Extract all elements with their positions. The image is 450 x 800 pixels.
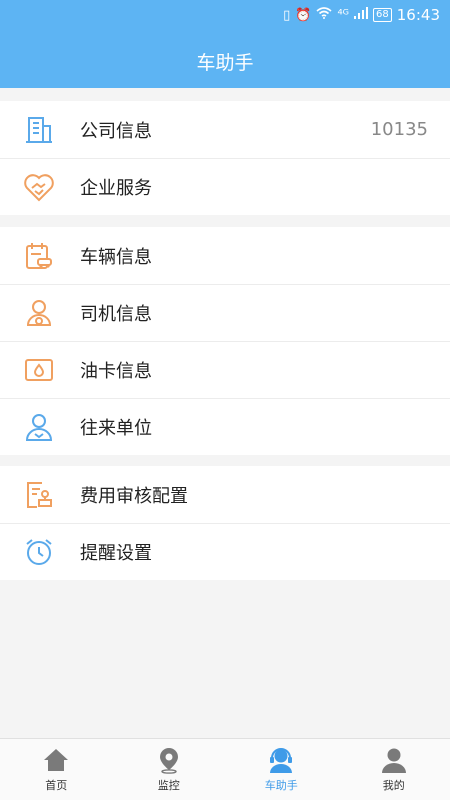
user-icon xyxy=(381,748,406,773)
menu-item-label: 费用审核配置 xyxy=(80,485,188,507)
menu-item-company-info[interactable]: 公司信息 10135 xyxy=(0,101,450,158)
tab-label: 我的 xyxy=(382,779,405,792)
menu-item-enterprise-service[interactable]: 企业服务 xyxy=(0,158,450,215)
menu-item-fuel-card-info[interactable]: 油卡信息 xyxy=(0,341,450,398)
location-pin-icon xyxy=(159,748,178,774)
tab-mine[interactable]: 我的 xyxy=(338,739,450,800)
page-title: 车助手 xyxy=(196,52,254,74)
header-bar: ▯ ⏰ ⁴ᴳ 68 16:43 车助手 xyxy=(0,0,450,88)
menu-item-label: 司机信息 xyxy=(80,303,152,325)
signal-label: ⁴ᴳ xyxy=(337,7,350,23)
status-time: 16:43 xyxy=(396,6,440,24)
tab-monitor[interactable]: 监控 xyxy=(113,739,226,800)
building-icon xyxy=(22,113,56,147)
menu-item-label: 车辆信息 xyxy=(80,246,152,268)
wifi-icon xyxy=(316,7,332,23)
menu-item-label: 提醒设置 xyxy=(80,542,152,564)
alarm-icon: ⏰ xyxy=(295,7,312,23)
home-icon xyxy=(44,749,69,771)
heart-handshake-icon xyxy=(22,170,56,204)
assistant-icon xyxy=(270,748,293,773)
tab-assistant[interactable]: 车助手 xyxy=(225,739,338,800)
menu-item-expense-audit-config[interactable]: 费用审核配置 xyxy=(0,466,450,523)
tab-label: 车助手 xyxy=(264,779,298,792)
audit-document-icon xyxy=(22,478,56,512)
battery-indicator: 68 xyxy=(373,8,392,22)
vehicle-calendar-icon xyxy=(22,239,56,273)
menu-item-vehicle-info[interactable]: 车辆信息 xyxy=(0,227,450,284)
tab-home[interactable]: 首页 xyxy=(0,739,113,800)
menu-item-reminder-settings[interactable]: 提醒设置 xyxy=(0,523,450,580)
vibrate-icon: ▯ xyxy=(283,7,291,23)
contact-person-icon xyxy=(22,410,56,444)
alarm-clock-icon xyxy=(22,535,56,569)
signal-icon xyxy=(354,7,369,23)
tab-label: 首页 xyxy=(45,779,68,792)
fuel-card-icon xyxy=(22,353,56,387)
tab-label: 监控 xyxy=(157,779,180,792)
menu-group-settings: 费用审核配置 提醒设置 xyxy=(0,466,450,580)
menu-item-label: 油卡信息 xyxy=(80,360,152,382)
menu-item-label: 公司信息 xyxy=(80,120,152,142)
company-id-value: 10135 xyxy=(370,119,428,140)
menu-group-company: 公司信息 10135 企业服务 xyxy=(0,101,450,215)
menu-item-driver-info[interactable]: 司机信息 xyxy=(0,284,450,341)
bottom-tab-bar: 首页 监控 车助手 我的 xyxy=(0,738,450,800)
menu-group-resources: 车辆信息 司机信息 油卡信息 往来单位 xyxy=(0,227,450,455)
menu-item-label: 企业服务 xyxy=(80,177,152,199)
driver-icon xyxy=(22,296,56,330)
menu-item-label: 往来单位 xyxy=(80,417,152,439)
status-bar: ▯ ⏰ ⁴ᴳ 68 16:43 xyxy=(0,0,450,30)
menu-item-partner-units[interactable]: 往来单位 xyxy=(0,398,450,455)
